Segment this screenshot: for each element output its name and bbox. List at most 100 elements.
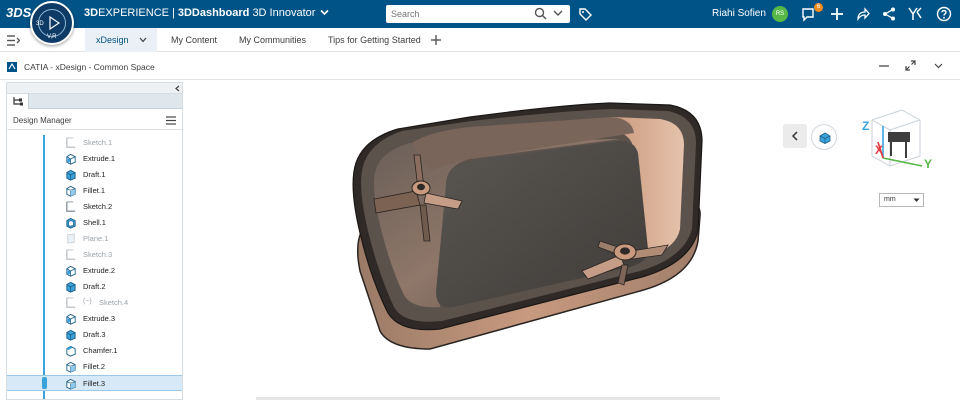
tree-item-label: Extrude.3 <box>83 314 116 323</box>
tree-item[interactable]: Fillet.1 <box>7 183 182 199</box>
role-name[interactable]: 3D Innovator <box>252 7 315 19</box>
help-icon[interactable] <box>936 6 952 22</box>
tab-my-communities[interactable]: My Communities <box>239 28 306 52</box>
panel-tabs <box>7 94 182 109</box>
search-icon[interactable] <box>534 7 547 20</box>
tree-item[interactable]: Plane.1 <box>7 231 182 247</box>
share-arrow-icon[interactable] <box>855 6 871 22</box>
tree-item-label: Fillet.2 <box>83 362 106 371</box>
tree-icon <box>13 97 23 106</box>
dashboard-name: 3DDashboard <box>177 7 250 19</box>
render-mode-icon <box>819 132 831 144</box>
chevron-down-icon[interactable] <box>139 37 147 43</box>
tree-item[interactable]: Draft.3 <box>7 327 182 343</box>
add-tab-icon[interactable] <box>430 34 442 46</box>
compass-vr-label: V,R <box>47 34 57 40</box>
tab-xdesign[interactable]: xDesign <box>85 28 157 52</box>
tree-item[interactable]: (−) Sketch.4 <box>7 295 182 311</box>
tab-tips-getting-started[interactable]: Tips for Getting Started <box>328 28 421 52</box>
menu-icon[interactable] <box>166 116 176 125</box>
app-icon <box>7 62 17 72</box>
panel-header: Design Manager <box>7 110 182 130</box>
brand-title: 3DEXPERIENCE | 3DDashboard 3D Innovator <box>84 7 330 19</box>
tree-item-label: Sketch.4 <box>99 298 129 307</box>
tree-item[interactable]: Extrude.3 <box>7 311 182 327</box>
sketch-icon <box>66 249 76 260</box>
feature-tree: Sketch.1 Extrude.1 Draft.1 Fillet.1 Sketch.2… <box>7 135 182 401</box>
tab-label: xDesign <box>96 35 129 45</box>
tree-item[interactable]: Extrude.1 <box>7 151 182 167</box>
tree-item-label: Fillet.3 <box>83 379 106 388</box>
search-input[interactable] <box>391 7 531 21</box>
tag-icon[interactable] <box>578 7 592 21</box>
tree-item[interactable]: Draft.1 <box>7 167 182 183</box>
sketch-icon <box>66 201 76 212</box>
chevron-down-icon[interactable] <box>553 9 563 17</box>
extrude-icon <box>66 313 76 325</box>
tree-item[interactable]: Chamfer.1 <box>7 343 182 359</box>
minimize-icon[interactable] <box>879 65 889 67</box>
selection-handle <box>42 377 47 389</box>
tree-item-label: Extrude.2 <box>83 266 116 275</box>
plane-icon <box>67 233 75 244</box>
user-name[interactable]: Riahi Sofien <box>712 8 766 19</box>
chevron-down-icon[interactable] <box>320 9 330 16</box>
tree-item-label: Plane.1 <box>83 234 109 243</box>
tree-tab[interactable] <box>7 94 29 109</box>
chevron-down-icon <box>913 198 920 202</box>
notification-badge: 6 <box>814 3 823 12</box>
units-select[interactable]: mm <box>879 193 924 207</box>
search-box[interactable] <box>386 5 570 23</box>
chevron-down-icon[interactable] <box>934 63 943 69</box>
sketch-icon <box>66 297 76 308</box>
design-manager-panel: Design Manager Sketch.1 Extrude.1 Draft.1 F… <box>6 82 183 400</box>
tree-item[interactable]: Sketch.3 <box>7 247 182 263</box>
tab-my-content[interactable]: My Content <box>171 28 217 52</box>
tree-item-label: Extrude.1 <box>83 154 116 163</box>
tree-item[interactable]: Fillet.3 <box>7 375 182 391</box>
expand-icon[interactable] <box>905 60 916 71</box>
tree-item[interactable]: Draft.2 <box>7 279 182 295</box>
play-icon[interactable] <box>48 16 60 30</box>
axis-x-label: X <box>875 143 884 157</box>
fillet-icon <box>66 378 76 390</box>
tree-item-label: Sketch.3 <box>83 250 113 259</box>
sketch-icon <box>66 137 76 148</box>
tree-item-label: Chamfer.1 <box>83 346 118 355</box>
draft-icon <box>66 281 76 293</box>
chevron-left-icon <box>791 131 798 141</box>
apps-compass-icon[interactable] <box>907 6 923 22</box>
tree-item[interactable]: Sketch.2 <box>7 199 182 215</box>
axis-z-label: Z <box>862 119 870 133</box>
tree-item-label: Sketch.1 <box>83 138 113 147</box>
tree-item[interactable]: Extrude.2 <box>7 263 182 279</box>
top-bar: 3DS 3DEXPERIENCE | 3DDashboard 3D Innovato… <box>0 0 960 28</box>
tree-item-label: Draft.1 <box>83 170 106 179</box>
tree-item-label: Fillet.1 <box>83 186 106 195</box>
add-icon[interactable] <box>829 6 845 22</box>
axis-y-label: Y <box>924 157 933 171</box>
panel-collapse-bar <box>7 83 182 94</box>
compass-3d-label: 3D <box>36 21 44 27</box>
panel-title: Design Manager <box>13 116 72 125</box>
extrude-icon <box>66 153 76 165</box>
extrude-icon <box>66 265 76 277</box>
tree-item[interactable]: Sketch.1 <box>7 135 182 151</box>
avatar[interactable]: RS <box>772 6 788 22</box>
share-network-icon[interactable] <box>881 6 897 22</box>
compass-widget[interactable]: 3D V,R <box>30 1 74 45</box>
ds-logo[interactable]: 3DS <box>6 5 31 20</box>
fillet-icon <box>66 185 76 197</box>
tree-item-label: Sketch.2 <box>83 202 113 211</box>
shell-icon <box>66 217 76 229</box>
tree-item-label: Draft.2 <box>83 282 106 291</box>
back-button[interactable] <box>783 124 807 148</box>
collapse-panel-icon[interactable] <box>174 85 180 92</box>
tree-item[interactable]: Fillet.2 <box>7 359 182 375</box>
tree-item[interactable]: Shell.1 <box>7 215 182 231</box>
tab-bar: xDesign My Content My Communities Tips f… <box>0 28 960 52</box>
side-panel-toggle-icon[interactable] <box>7 35 20 46</box>
fillet-icon <box>66 361 76 373</box>
view-mode-button[interactable] <box>811 124 837 150</box>
chamfer-icon <box>66 345 76 357</box>
